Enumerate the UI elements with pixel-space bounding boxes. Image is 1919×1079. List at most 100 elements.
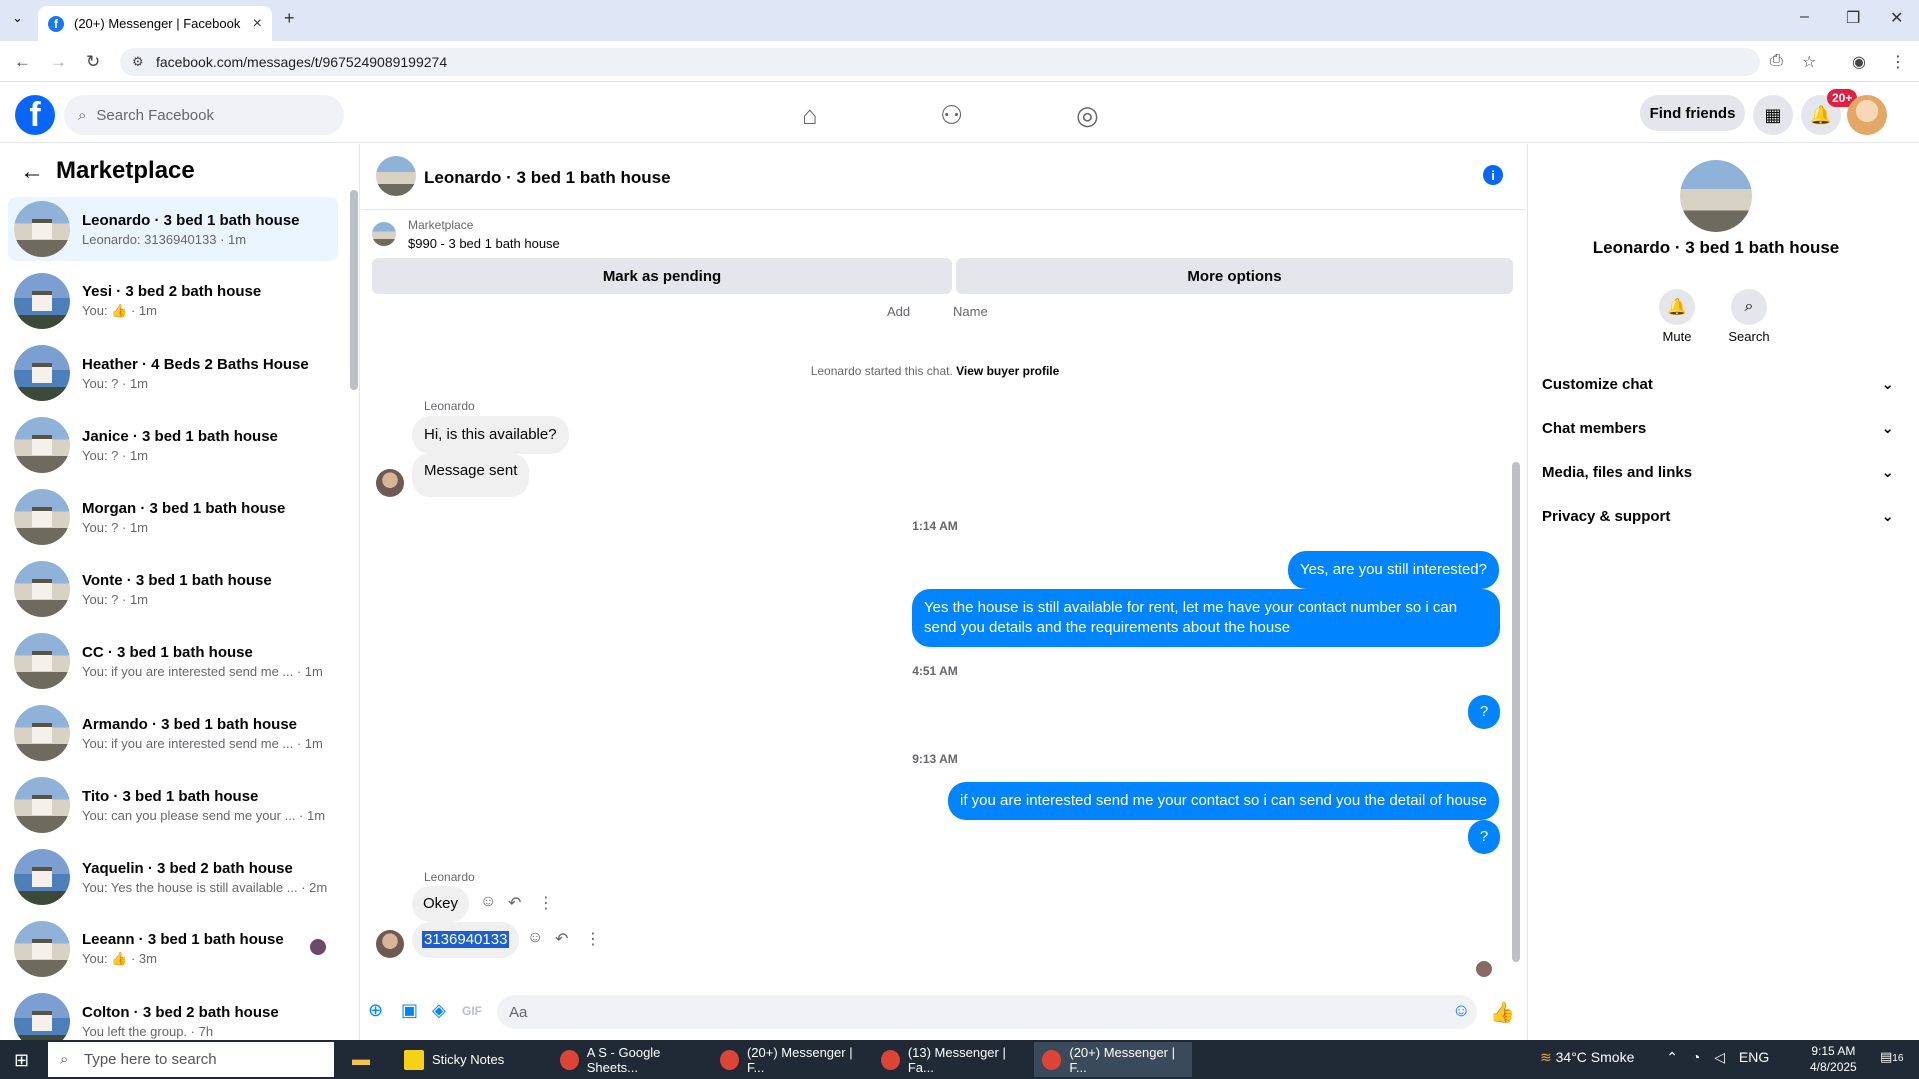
find-friends-button[interactable]: Find friends xyxy=(1640,95,1745,131)
taskbar-app-label: Sticky Notes xyxy=(432,1052,505,1067)
add-attachment-icon[interactable]: ⊕ xyxy=(368,1000,383,1021)
react-emoji-icon[interactable]: ☺ xyxy=(480,893,496,911)
new-tab-icon[interactable]: + xyxy=(284,8,295,29)
tray-chevron-icon[interactable]: ⌃ xyxy=(1666,1049,1678,1065)
search-icon[interactable]: ⌕ xyxy=(1731,289,1767,325)
chat-title[interactable]: Leonardo · 3 bed 1 bath house xyxy=(424,168,671,188)
customize-chat-row[interactable]: Customize chat ⌄ xyxy=(1542,372,1894,396)
close-tab-icon[interactable]: × xyxy=(253,15,262,33)
conversation-item[interactable]: Leeann · 3 bed 1 bath house You: 👍 · 3m xyxy=(8,917,338,981)
windows-start-icon[interactable]: ⊞ xyxy=(14,1050,29,1071)
home-icon[interactable]: ⌂ xyxy=(802,100,818,131)
taskbar-app-sheets[interactable]: A S - Google Sheets... xyxy=(552,1042,707,1077)
conversation-item[interactable]: Heather · 4 Beds 2 Baths House You: ? · 1… xyxy=(8,341,338,405)
conversation-text: Yesi · 3 bed 2 bath house You: 👍 · 1m xyxy=(82,283,261,319)
conversation-item[interactable]: Yesi · 3 bed 2 bath house You: 👍 · 1m xyxy=(8,269,338,333)
clock[interactable]: 9:15 AM 4/8/2025 xyxy=(1810,1043,1857,1075)
chat-members-row[interactable]: Chat members ⌄ xyxy=(1542,416,1894,440)
conversation-item[interactable]: Morgan · 3 bed 1 bath house You: ? · 1m xyxy=(8,485,338,549)
incoming-message[interactable]: Okey xyxy=(412,886,470,922)
emoji-icon[interactable]: ☺ xyxy=(1452,1000,1470,1021)
started-text: Leonardo started this chat. xyxy=(810,364,953,378)
facebook-search-input[interactable]: ⌕ Search Facebook xyxy=(64,95,344,135)
reply-icon[interactable]: ↶ xyxy=(508,893,521,913)
browser-tab[interactable]: f (20+) Messenger | Facebook × xyxy=(38,6,272,41)
reply-icon[interactable]: ↶ xyxy=(555,929,568,949)
conversation-text: Armando · 3 bed 1 bath house You: if you … xyxy=(82,716,323,751)
outgoing-message[interactable]: Yes the house is still available for ren… xyxy=(912,589,1500,647)
back-arrow-icon[interactable]: ← xyxy=(20,158,44,186)
outgoing-message[interactable]: if you are interested send me your conta… xyxy=(948,782,1499,820)
taskbar-app-messenger[interactable]: (13) Messenger | Fa... xyxy=(873,1042,1028,1077)
incoming-message-selected[interactable]: 3136940133 xyxy=(412,922,520,958)
bookmark-star-icon[interactable]: ☆ xyxy=(1802,52,1816,72)
listing-price[interactable]: $990 - 3 bed 1 bath house xyxy=(408,236,560,251)
file-explorer-icon[interactable]: ▬ xyxy=(352,1049,370,1070)
conversation-item[interactable]: Tito · 3 bed 1 bath house You: can you pl… xyxy=(8,773,338,837)
mark-as-pending-button[interactable]: Mark as pending xyxy=(372,258,952,294)
chat-avatar[interactable] xyxy=(376,156,416,196)
conversation-item[interactable]: Vonte · 3 bed 1 bath house You: ? · 1m xyxy=(8,557,338,621)
profile-icon[interactable]: ◉ xyxy=(1852,52,1866,72)
conversation-name: Armando · 3 bed 1 bath house xyxy=(82,715,298,733)
view-buyer-profile-link[interactable]: View buyer profile xyxy=(956,364,1059,378)
outgoing-message[interactable]: ? xyxy=(1468,820,1500,854)
incoming-message[interactable]: Message sent xyxy=(412,453,530,497)
conversation-item[interactable]: Leonardo · 3 bed 1 bath house Leonardo: 3… xyxy=(8,197,338,261)
lang-indicator[interactable]: ENG xyxy=(1739,1049,1769,1065)
info-icon[interactable]: i xyxy=(1483,165,1503,185)
notification-center-icon[interactable]: ▤16 xyxy=(1880,1049,1903,1065)
friends-icon[interactable]: ⚇ xyxy=(940,100,963,131)
conversation-item[interactable]: Armando · 3 bed 1 bath house You: if you … xyxy=(8,701,338,765)
url-field[interactable]: ⚙ facebook.com/messages/t/96752490891992… xyxy=(120,48,1760,76)
sender-avatar[interactable] xyxy=(376,469,404,497)
network-icon[interactable]: ◔ xyxy=(1692,1049,1700,1065)
conversation-preview: You: if you are interested send me ... ·… xyxy=(82,663,323,679)
taskbar-app-messenger-active[interactable]: (20+) Messenger | F... xyxy=(1034,1042,1192,1077)
weather-text[interactable]: 34°C Smoke xyxy=(1556,1049,1635,1065)
details-avatar[interactable] xyxy=(1680,160,1752,232)
chat-scrollbar[interactable] xyxy=(1512,462,1520,962)
outgoing-message[interactable]: Yes, are you still interested? xyxy=(1287,551,1499,589)
photo-icon[interactable]: ▣ xyxy=(401,1000,418,1021)
conversation-item[interactable]: Janice · 3 bed 1 bath house You: ? · 1m xyxy=(8,413,338,477)
react-emoji-icon[interactable]: ☺ xyxy=(527,929,543,947)
restore-icon[interactable]: ❐ xyxy=(1846,8,1860,28)
gif-icon[interactable]: GIF xyxy=(462,1004,482,1018)
tab-search-icon[interactable]: ⌄ xyxy=(12,10,23,26)
like-icon[interactable]: 👍 xyxy=(1490,1000,1515,1025)
minimize-icon[interactable]: – xyxy=(1800,8,1809,26)
listing-thumbnail xyxy=(14,201,70,257)
media-files-links-row[interactable]: Media, files and links ⌄ xyxy=(1542,460,1894,484)
outgoing-message[interactable]: ? xyxy=(1468,695,1500,729)
forward-icon[interactable]: → xyxy=(50,52,67,72)
conversation-text: Morgan · 3 bed 1 bath house You: ? · 1m xyxy=(82,500,285,535)
left-scrollbar[interactable] xyxy=(350,190,358,390)
taskbar-app-messenger[interactable]: (20+) Messenger | F... xyxy=(712,1042,867,1077)
sender-avatar[interactable] xyxy=(376,930,404,958)
more-options-button[interactable]: More options xyxy=(956,258,1513,294)
install-icon[interactable]: ⎙ xyxy=(1770,52,1783,70)
volume-icon[interactable]: ◁ xyxy=(1714,1049,1725,1065)
site-info-icon[interactable]: ⚙ xyxy=(132,54,144,70)
reload-icon[interactable]: ↻ xyxy=(86,52,100,72)
more-actions-icon[interactable]: ⋮ xyxy=(585,929,601,949)
taskbar-app-sticky-notes[interactable]: Sticky Notes xyxy=(396,1042,546,1077)
back-icon[interactable]: ← xyxy=(14,52,31,72)
weather-icon[interactable]: ≋ xyxy=(1540,1049,1552,1065)
conversation-item[interactable]: Yaquelin · 3 bed 2 bath house You: Yes th… xyxy=(8,845,338,909)
account-avatar[interactable] xyxy=(1847,95,1887,135)
mute-bell-icon[interactable]: 🔔 xyxy=(1659,289,1695,325)
privacy-support-row[interactable]: Privacy & support ⌄ xyxy=(1542,504,1894,528)
sticker-icon[interactable]: ◈ xyxy=(432,1000,446,1021)
menu-grid-icon[interactable]: ▦ xyxy=(1753,95,1793,135)
menu-dots-icon[interactable]: ⋮ xyxy=(1890,52,1906,72)
message-input[interactable]: Aa xyxy=(497,995,1477,1029)
taskbar-search-input[interactable]: ⌕ Type here to search xyxy=(48,1042,334,1077)
facebook-logo-icon[interactable]: f xyxy=(15,95,55,135)
incoming-message[interactable]: Hi, is this available? xyxy=(412,416,569,454)
close-window-icon[interactable]: ✕ xyxy=(1890,8,1903,28)
groups-icon[interactable]: ◎ xyxy=(1076,100,1099,131)
more-actions-icon[interactable]: ⋮ xyxy=(538,893,554,913)
conversation-item[interactable]: CC · 3 bed 1 bath house You: if you are i… xyxy=(8,629,338,693)
